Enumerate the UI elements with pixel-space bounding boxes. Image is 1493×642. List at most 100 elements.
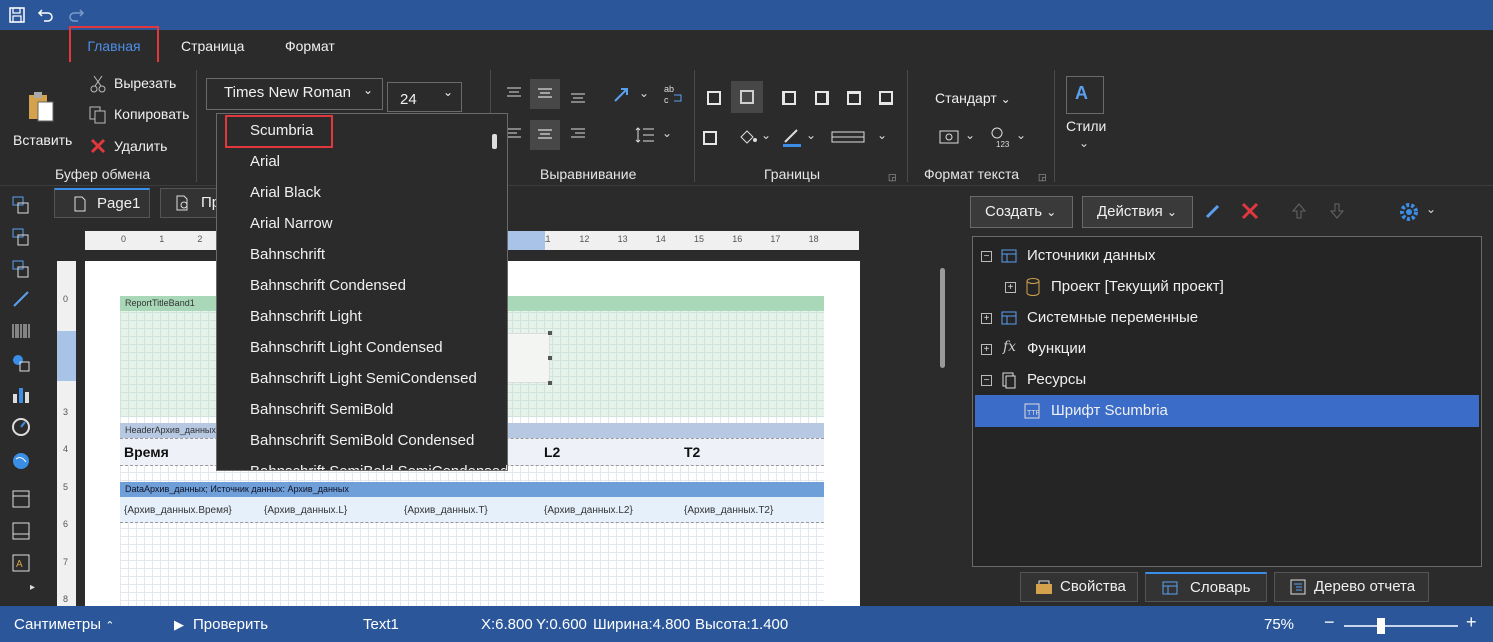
font-family-combo[interactable]: Times New Roman ⌄ [206,78,383,110]
actions-button[interactable]: Действия ⌄ [1082,196,1193,228]
border-left-icon[interactable] [782,91,796,105]
styles-button[interactable]: A [1066,76,1104,114]
tree-item-project[interactable]: Проект [Текущий проект] [1051,272,1224,302]
resize-handle[interactable] [548,356,552,360]
border-style-icon[interactable] [703,131,717,145]
align-right-icon[interactable] [569,127,587,141]
font-option[interactable]: Bahnschrift Light [250,308,362,325]
chevron-down-icon[interactable]: ⌄ [1079,136,1089,150]
check-button[interactable]: Проверить [193,616,268,633]
chart-icon[interactable] [10,384,32,406]
font-option[interactable]: Bahnschrift Condensed [250,277,406,294]
font-option[interactable]: Bahnschrift Light SemiCondensed [250,370,477,387]
tab-dictionary[interactable]: Словарь [1145,572,1267,602]
zoom-in-icon[interactable]: + [1466,612,1477,633]
border-top-icon[interactable] [847,91,861,105]
cut-button[interactable]: Вырезать [114,75,176,91]
save-icon[interactable] [8,6,26,24]
font-option[interactable]: Bahnschrift SemiBold [250,401,393,418]
line-spacing-icon[interactable] [634,126,656,144]
font-option[interactable]: Bahnschrift SemiBold SemiCondensed [250,463,507,470]
zoom-slider-track[interactable] [1344,625,1458,627]
tab-report-tree[interactable]: Дерево отчета [1274,572,1429,602]
move-down-icon[interactable] [1328,202,1346,220]
resize-handle[interactable] [548,331,552,335]
redo-icon[interactable] [67,6,85,24]
chevron-down-icon[interactable]: ⌄ [806,128,816,142]
font-option[interactable]: Bahnschrift Light Condensed [250,339,443,356]
font-option[interactable]: Bahnschrift SemiBold Condensed [250,432,474,449]
fill-color-icon[interactable] [738,128,758,146]
chevron-down-icon[interactable]: ⌄ [761,128,771,142]
gauge-icon[interactable] [10,416,32,438]
line-tool-icon[interactable] [10,288,32,310]
font-option[interactable]: Arial [250,153,280,170]
align-middle-button[interactable] [530,79,560,109]
word-wrap-icon[interactable]: abc [662,83,684,105]
align-bottom-icon[interactable] [569,92,587,106]
font-option[interactable]: Scumbria [250,122,313,139]
font-option[interactable]: Arial Black [250,184,321,201]
paste-button[interactable]: Вставить [13,132,72,148]
expand-toolbar-icon[interactable]: ▸ [30,582,35,593]
data-band-header[interactable]: DataАрхив_данных; Источник данных: Архив… [120,482,824,497]
font-option[interactable]: Bahnschrift [250,246,325,263]
resize-handle[interactable] [548,381,552,385]
border-bottom-icon[interactable] [879,91,893,105]
units-selector[interactable]: Сантиметры ⌃ [14,616,114,633]
barcode-icon[interactable] [10,320,32,342]
tree-item-data-sources[interactable]: Источники данных [1027,241,1156,271]
zoom-out-icon[interactable]: − [1324,612,1335,633]
tab-format[interactable]: Формат [285,30,335,62]
shape-icon[interactable] [10,352,32,374]
undo-icon[interactable] [37,6,55,24]
data-cell[interactable]: {Архив_данных.L} [264,505,347,516]
font-size-combo[interactable]: 24 ⌄ [387,82,462,112]
page-header-icon[interactable] [10,488,32,510]
expand-icon[interactable]: + [1005,282,1016,293]
rotate-text-icon[interactable] [611,85,633,105]
collapse-icon[interactable]: − [981,375,992,386]
chevron-down-icon[interactable]: ⌄ [662,126,672,140]
border-width-icon[interactable] [831,130,865,144]
align-center-button[interactable] [530,120,560,150]
header-cell[interactable]: Время [124,444,169,460]
chevron-down-icon[interactable]: ⌄ [1426,202,1436,216]
delete-button[interactable]: Удалить [114,138,167,154]
font-family-dropdown[interactable]: Scumbria Arial Arial Black Arial Narrow Bahn… [216,113,508,471]
chevron-down-icon[interactable]: ⌄ [639,86,649,100]
map-icon[interactable] [10,450,32,472]
text-format-dialog-launcher-icon[interactable]: ◲ [1038,172,1047,183]
data-cell[interactable]: {Архив_данных.T} [404,505,488,516]
header-cell[interactable]: L2 [544,444,560,460]
gear-icon[interactable] [1398,201,1420,223]
cross-band-icon[interactable] [10,258,32,280]
border-right-icon[interactable] [815,91,829,105]
border-color-icon[interactable] [781,126,803,148]
paste-icon[interactable] [26,90,56,124]
chevron-down-icon[interactable]: ⌄ [1016,128,1026,142]
canvas-scrollbar[interactable] [940,268,945,368]
align-top-icon[interactable] [505,86,523,100]
data-cell[interactable]: {Архив_данных.Время} [124,505,232,516]
create-button[interactable]: Создать ⌄ [970,196,1073,228]
tree-item-system-variables[interactable]: Системные переменные [1027,303,1198,333]
format-icon[interactable] [938,128,962,146]
dropdown-scrollbar[interactable] [492,134,497,149]
font-option[interactable]: Arial Narrow [250,215,333,232]
borders-dialog-launcher-icon[interactable]: ◲ [888,172,897,183]
delete-icon[interactable] [1241,202,1259,220]
tab-properties[interactable]: Свойства [1020,572,1138,602]
tab-page[interactable]: Страница [181,30,244,62]
page-footer-icon[interactable] [10,520,32,542]
edit-icon[interactable] [1204,202,1222,220]
expand-icon[interactable]: + [981,313,992,324]
tree-item-font-scumbria[interactable]: Шрифт Scumbria [1051,396,1168,426]
tree-item-resources[interactable]: Ресурсы [1027,365,1086,395]
chevron-down-icon[interactable]: ⌄ [877,128,887,142]
tree-item-functions[interactable]: Функции [1027,334,1086,364]
data-cell[interactable]: {Архив_данных.L2} [544,505,633,516]
collapse-icon[interactable]: − [981,251,992,262]
copy-button[interactable]: Копировать [114,106,189,122]
text-format-combo[interactable]: Стандарт ⌄ [935,90,1011,106]
